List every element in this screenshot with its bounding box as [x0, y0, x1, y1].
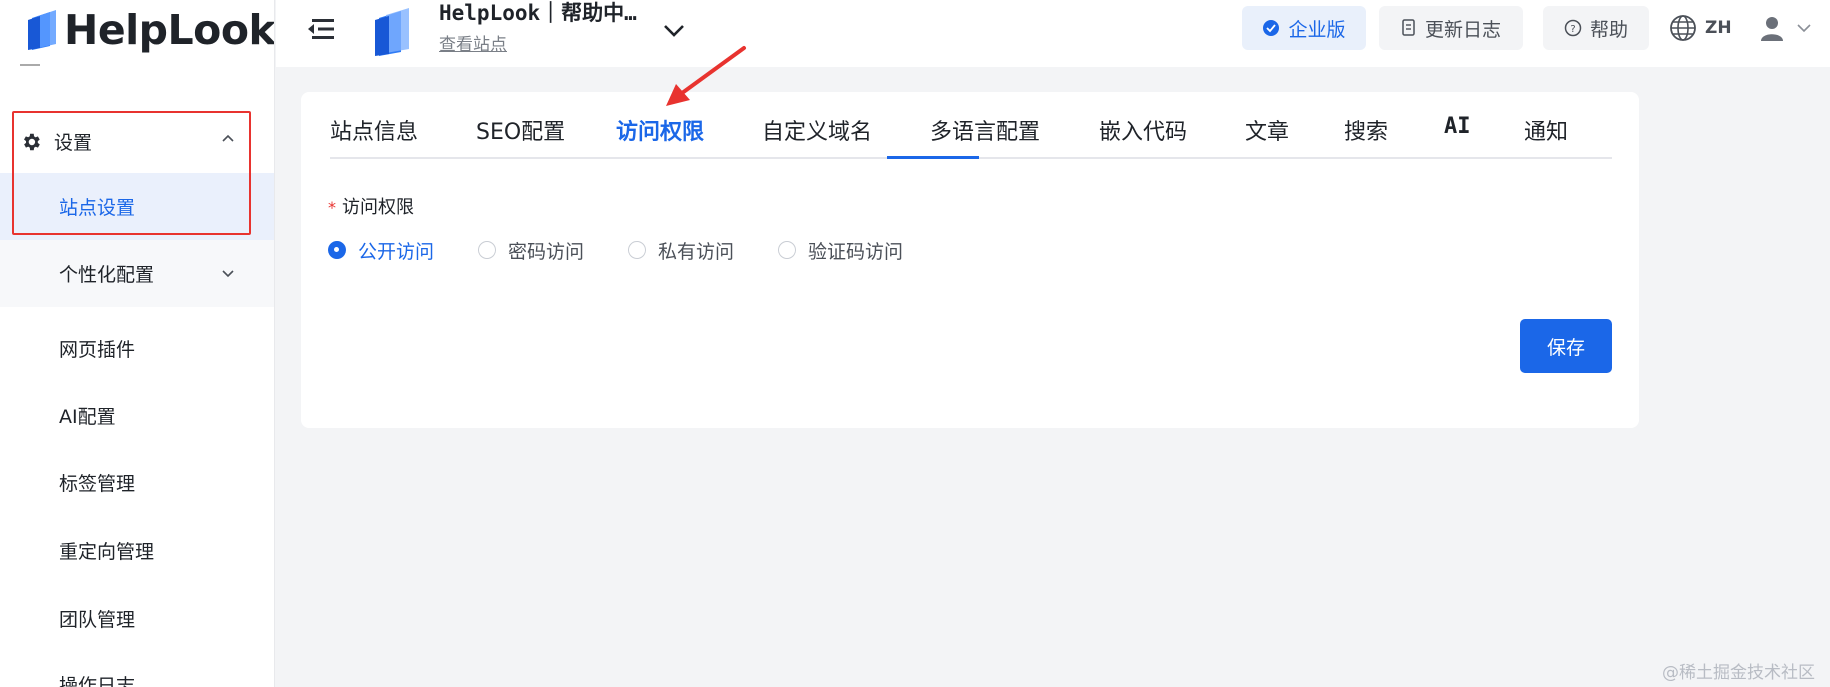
svg-text:?: ? — [1570, 24, 1575, 35]
tab-seo-config[interactable]: SEO配置 — [476, 114, 565, 146]
language-code: ZH — [1705, 18, 1732, 38]
enterprise-badge[interactable]: 企业版 — [1242, 6, 1366, 50]
chevron-down-icon — [1797, 24, 1811, 33]
radio-dot — [328, 241, 346, 259]
gear-icon — [24, 133, 40, 150]
chevron-down-icon[interactable] — [662, 20, 686, 40]
settings-label: 设置 — [54, 132, 93, 154]
radio-label: 公开访问 — [358, 240, 435, 263]
active-tab-indicator — [887, 156, 979, 159]
site-title: HelpLook｜帮助中… — [439, 1, 637, 25]
sidebar-item-label: 重定向管理 — [59, 541, 155, 563]
sidebar-item-label: 站点设置 — [59, 197, 136, 219]
help-label: 帮助 — [1589, 18, 1628, 41]
sidebar-item-label: AI配置 — [59, 406, 116, 428]
enterprise-label: 企业版 — [1288, 18, 1346, 41]
radio-public-access[interactable]: 公开访问 — [328, 237, 434, 264]
radio-private-access[interactable]: 私有访问 — [628, 237, 734, 264]
radio-captcha-access[interactable]: 验证码访问 — [778, 237, 903, 264]
save-button[interactable]: 保存 — [1520, 319, 1612, 373]
top-header: HelpLook｜帮助中… 查看站点 企业版 更新日志 ? 帮助 ZH — [276, 0, 1830, 67]
document-icon — [1402, 19, 1415, 36]
radio-label: 私有访问 — [658, 240, 735, 263]
sidebar-item-settings[interactable]: 设置 — [0, 110, 274, 173]
settings-tabs: 站点信息 SEO配置 访问权限 自定义域名 多语言配置 嵌入代码 文章 搜索 A… — [330, 92, 1612, 159]
sidebar-item-tag-management[interactable]: 标签管理 — [0, 449, 274, 516]
sidebar-item-label: 网页插件 — [59, 339, 136, 361]
sidebar-item-label: 个性化配置 — [59, 264, 155, 286]
sidebar-item-label: 团队管理 — [59, 609, 136, 631]
tab-site-info[interactable]: 站点信息 — [330, 114, 418, 146]
help-button[interactable]: ? 帮助 — [1543, 6, 1649, 50]
site-logo-icon — [375, 8, 409, 56]
globe-icon — [1670, 15, 1696, 41]
radio-dot — [478, 241, 497, 259]
tab-embed-code[interactable]: 嵌入代码 — [1099, 114, 1187, 146]
sidebar-item-redirect-management[interactable]: 重定向管理 — [0, 517, 274, 584]
access-radio-group: 公开访问 密码访问 私有访问 验证码访问 — [328, 237, 947, 263]
sidebar-item-team-management[interactable]: 团队管理 — [0, 585, 274, 652]
helplook-logo[interactable]: HelpLook — [26, 0, 275, 60]
changelog-button[interactable]: 更新日志 — [1379, 6, 1523, 50]
tab-articles[interactable]: 文章 — [1245, 114, 1289, 146]
radio-label: 验证码访问 — [808, 240, 904, 263]
sidebar-item-operation-log[interactable]: 操作日志 — [0, 651, 274, 687]
chevron-up-icon — [222, 134, 234, 142]
sidebar-item-ai-config[interactable]: AI配置 — [0, 382, 274, 449]
sidebar-item-label: 标签管理 — [59, 473, 136, 495]
access-permission-label: * 访问权限 — [328, 193, 414, 219]
language-switcher[interactable]: ZH — [1669, 12, 1732, 44]
scrolled-item-fragment — [20, 54, 100, 68]
tab-multilanguage[interactable]: 多语言配置 — [930, 114, 1040, 146]
required-mark: * — [328, 198, 336, 217]
radio-password-access[interactable]: 密码访问 — [478, 237, 584, 264]
question-circle-icon: ? — [1564, 19, 1582, 37]
sidebar-item-personalization[interactable]: 个性化配置 — [0, 240, 274, 307]
check-circle-icon — [1263, 20, 1280, 36]
changelog-label: 更新日志 — [1424, 18, 1501, 41]
chevron-down-icon — [222, 270, 234, 278]
user-menu[interactable] — [1758, 12, 1812, 44]
user-avatar-icon — [1761, 17, 1783, 41]
menu-collapse-icon[interactable] — [306, 16, 336, 42]
sidebar-item-label: 操作日志 — [59, 675, 136, 687]
sidebar-item-site-settings[interactable]: 站点设置 — [0, 173, 274, 240]
helplook-logo-icon — [28, 10, 56, 50]
sidebar: HelpLook 设置 站点设置 个性化配置 网页插件 AI配置 标签管理 重定… — [0, 0, 275, 687]
tab-ai[interactable]: AI — [1444, 114, 1471, 139]
radio-dot — [628, 241, 647, 259]
field-label-text: 访问权限 — [342, 197, 414, 218]
radio-label: 密码访问 — [508, 240, 585, 263]
watermark: @稀土掘金技术社区 — [1662, 663, 1815, 683]
radio-dot — [778, 241, 797, 259]
view-site-link[interactable]: 查看站点 — [439, 30, 507, 55]
sidebar-item-web-plugin[interactable]: 网页插件 — [0, 315, 274, 382]
tab-search[interactable]: 搜索 — [1344, 114, 1388, 146]
annotation-arrow-icon — [666, 46, 746, 106]
tab-notifications[interactable]: 通知 — [1524, 114, 1568, 146]
tab-custom-domain[interactable]: 自定义域名 — [762, 114, 872, 146]
tab-access-permission[interactable]: 访问权限 — [616, 114, 704, 146]
logo-text: HelpLook — [64, 6, 275, 54]
